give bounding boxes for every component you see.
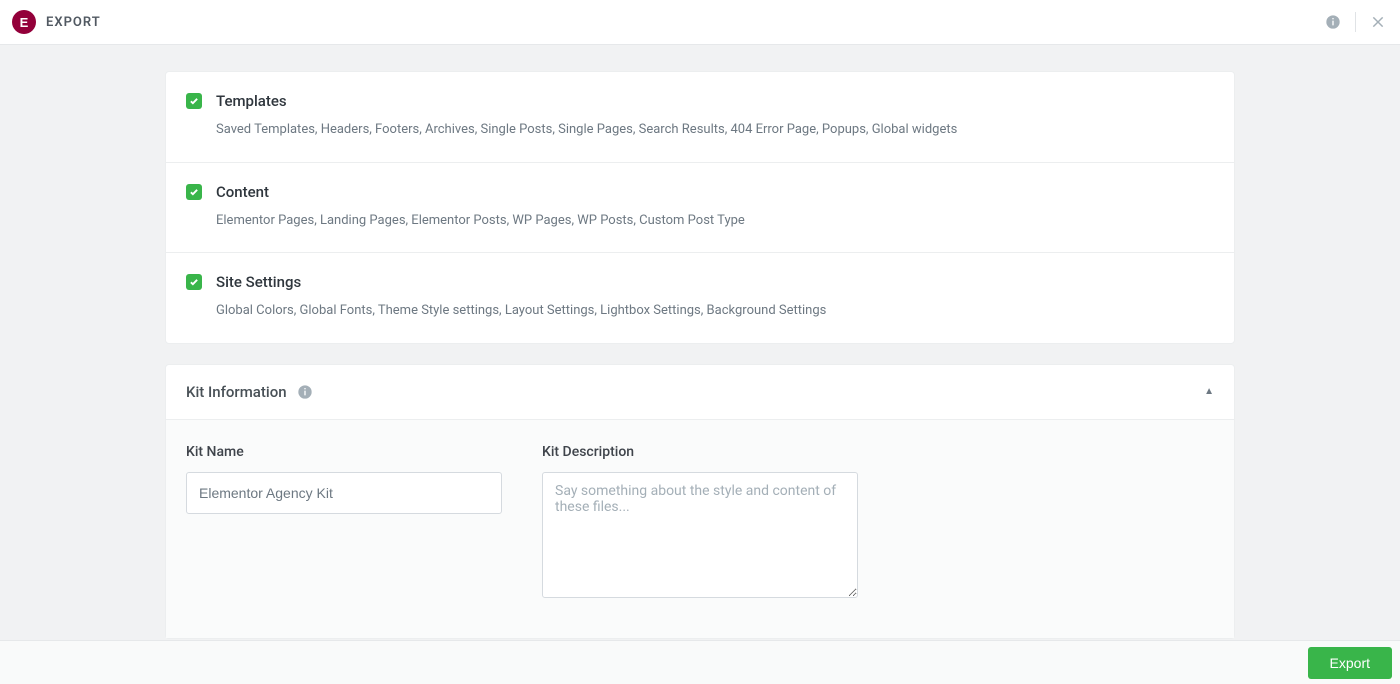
option-title: Templates [216,92,287,110]
app-header: E EXPORT [0,0,1400,45]
kit-info-body: Kit Name Kit Description [166,420,1234,638]
kit-name-input[interactable] [186,472,502,514]
option-content: Content Elementor Pages, Landing Pages, … [166,163,1234,254]
info-icon[interactable] [1323,12,1343,32]
page-title: EXPORT [46,15,101,30]
header-left: E EXPORT [12,10,101,34]
header-right [1323,12,1388,32]
kit-name-label: Kit Name [186,444,502,460]
elementor-logo-icon: E [12,10,36,34]
option-site-settings: Site Settings Global Colors, Global Font… [166,253,1234,343]
kit-description-field: Kit Description [542,444,858,598]
main-content: Templates Saved Templates, Headers, Foot… [0,45,1400,639]
collapse-caret-up-icon[interactable]: ▲ [1204,386,1214,397]
kit-information-card: Kit Information ▲ Kit Name Kit Descripti… [165,364,1235,639]
checkbox-site-settings[interactable] [186,274,202,290]
checkbox-content[interactable] [186,184,202,200]
option-title: Site Settings [216,273,301,291]
footer-bar: Export [0,640,1400,684]
kit-description-label: Kit Description [542,444,858,460]
info-icon[interactable] [297,384,313,400]
option-title: Content [216,183,269,201]
option-description: Saved Templates, Headers, Footers, Archi… [216,120,1214,140]
kit-name-field: Kit Name [186,444,502,598]
kit-info-header[interactable]: Kit Information ▲ [166,365,1234,420]
checkbox-templates[interactable] [186,93,202,109]
close-icon[interactable] [1368,12,1388,32]
export-button[interactable]: Export [1308,647,1392,679]
export-options-card: Templates Saved Templates, Headers, Foot… [165,71,1235,344]
export-panel: Templates Saved Templates, Headers, Foot… [165,71,1235,639]
option-description: Elementor Pages, Landing Pages, Elemento… [216,211,1214,231]
option-templates: Templates Saved Templates, Headers, Foot… [166,72,1234,163]
option-description: Global Colors, Global Fonts, Theme Style… [216,301,1214,321]
kit-description-input[interactable] [542,472,858,598]
kit-info-title: Kit Information [186,383,287,401]
header-divider [1355,12,1356,32]
